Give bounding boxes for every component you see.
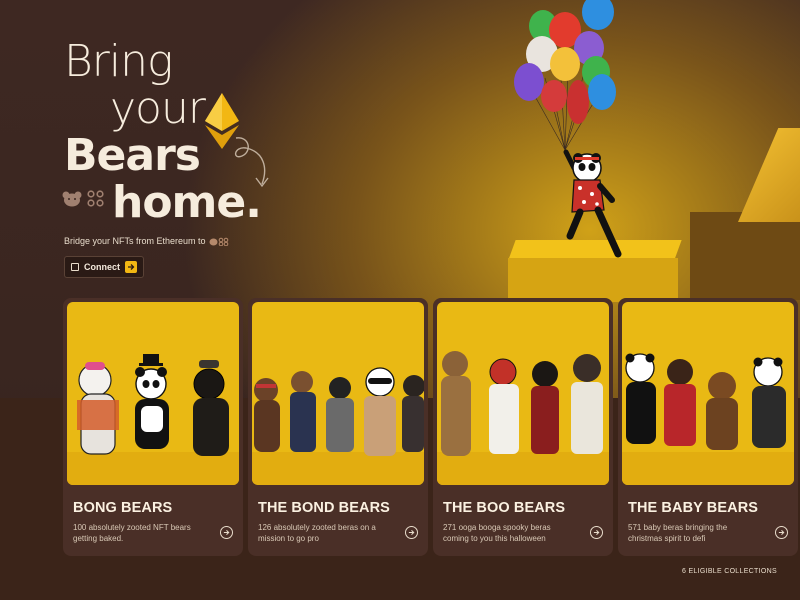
collection-art [252,302,424,485]
balloon-panda-illustration [514,0,622,258]
bears-illustration [67,354,239,485]
collection-card-baby-bears[interactable]: THE BABY BEARS 571 baby beras bringing t… [618,298,798,556]
wallet-icon [71,263,79,271]
bear-icon [62,191,82,207]
arrow-right-circle-icon[interactable] [405,526,418,539]
collection-card-bong-bears[interactable]: BONG BEARS 100 absolutely zooted NFT bea… [63,298,243,556]
collection-description: 100 absolutely zooted NFT bears getting … [73,523,191,543]
hero-line-1: Bring [64,36,173,87]
curly-arrow-icon [235,137,269,188]
collection-title: THE BABY BEARS [628,500,759,516]
bears-illustration [437,351,609,485]
collection-description: 271 ooga booga spooky beras coming to yo… [443,523,551,543]
bears-illustration [622,353,794,485]
collection-title: THE BOO BEARS [443,500,566,516]
pedestal-side [690,212,800,300]
subtitle-text: Bridge your NFTs from Ethereum to [64,236,206,246]
collection-card-boo-bears[interactable]: THE BOO BEARS 271 ooga booga spooky bera… [433,298,613,556]
berachain-logo [62,190,106,208]
collection-art [67,302,239,485]
bears-illustration [252,367,424,485]
arrow-right-circle-icon[interactable] [590,526,603,539]
collection-title: BONG BEARS [73,500,173,516]
hero-subtitle: Bridge your NFTs from Ethereum to [64,236,229,246]
arrow-right-circle-icon[interactable] [775,526,788,539]
berachain-small-icon [209,237,228,246]
collection-art [622,302,794,485]
connect-label: Connect [84,262,120,272]
arrow-right-icon [125,261,137,273]
chain-icon [87,190,104,207]
arrow-right-circle-icon[interactable] [220,526,233,539]
collection-card-bond-bears[interactable]: THE BOND BEARS 126 absolutely zooted ber… [248,298,428,556]
eligible-collections-count: 6 ELIGIBLE COLLECTIONS [682,568,777,575]
collection-title: THE BOND BEARS [258,500,390,516]
collection-description: 126 absolutely zooted beras on a mission… [258,523,376,543]
connect-button[interactable]: Connect [64,256,144,278]
collection-art [437,302,609,485]
collection-description: 571 baby beras bringing the christmas sp… [628,523,728,543]
